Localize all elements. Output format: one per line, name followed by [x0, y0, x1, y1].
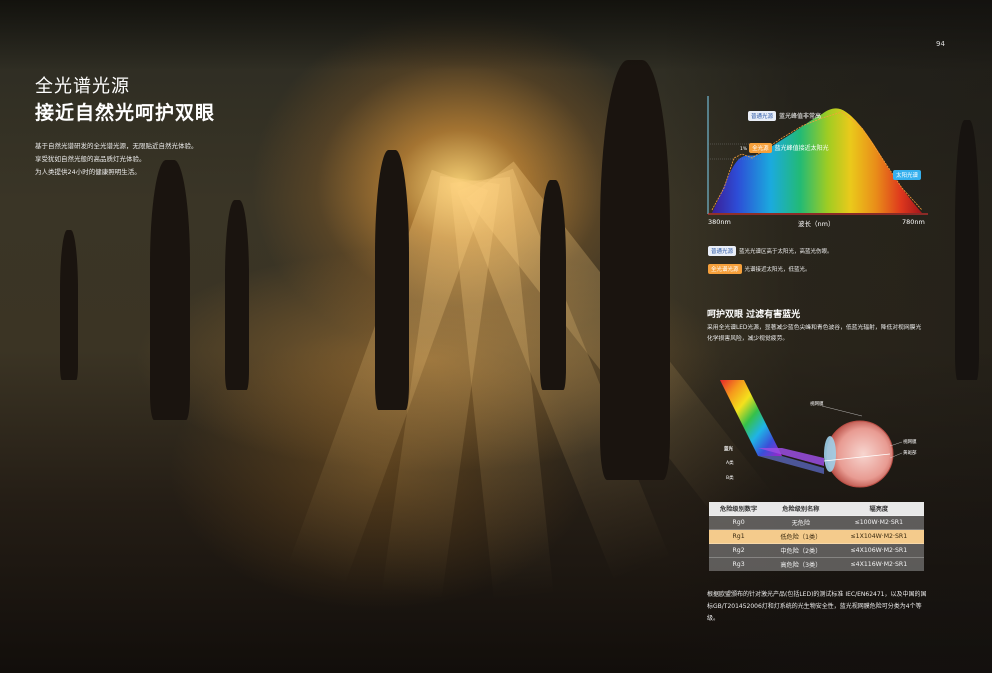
- x-end-label: 780nm: [902, 218, 925, 226]
- footnote-text: 根据欧盟颁布的针对激光产品(包括LED)的测试标准 IEC/EN62471，以及…: [707, 591, 927, 622]
- cell-level: Rg2: [709, 543, 769, 558]
- table-header-row: 危险级别数字 危险级别名称 辐亮度: [709, 502, 924, 516]
- tree-trunk: [375, 150, 409, 410]
- retina-label: 视网膜: [903, 440, 917, 445]
- x-start-label: 380nm: [708, 218, 731, 226]
- lens: [824, 436, 836, 472]
- spectrum-graphic: [707, 96, 928, 215]
- eyeball: [826, 420, 894, 488]
- page-subtitle: 接近自然光呵护双眼: [35, 102, 216, 124]
- cell-name: 中危险（2类）: [768, 543, 834, 558]
- intro-text: 基于自然光谱研发的全光谱光源，无限贴近自然光体验。 享受犹如自然光般的高品质灯光…: [35, 140, 198, 179]
- page-number: 94: [936, 40, 945, 48]
- cell-name: 无危险: [768, 515, 834, 530]
- intro-line: 基于自然光谱研发的全光谱光源，无限贴近自然光体验。: [35, 142, 198, 150]
- eye-graphic: [720, 380, 903, 488]
- legend-full-text: 光谱接近太阳光，低蓝光。: [744, 267, 811, 273]
- hazard-table: 危险级别数字 危险级别名称 辐亮度 Rg0 无危险 ≤100W·M2·SR1 R…: [709, 502, 924, 571]
- legend-ordinary: 普通光源 蓝光光谱区高于太阳光，高蓝光伤眼。: [708, 246, 833, 256]
- ordinary-tag: 普通光源: [748, 111, 777, 121]
- eye-diagram: 蓝光 A类 B类 视网膜 视网膜 黄斑部: [712, 376, 932, 491]
- cell-name: 低危险（1类）: [768, 529, 834, 544]
- table-row: Rg2 中危险（2类） ≤4X106W·M2·SR1: [709, 543, 924, 558]
- header-level: 危险级别数字: [709, 502, 769, 516]
- ordinary-source-label: 普通光源 蓝光峰值非常高: [748, 111, 821, 121]
- cell-level: Rg0: [709, 515, 769, 530]
- cell-value: ≤100W·M2·SR1: [833, 515, 924, 530]
- page-title: 全光谱光源: [35, 76, 130, 97]
- table-row-highlighted: Rg1 低危险（1类） ≤1X104W·M2·SR1: [709, 529, 924, 544]
- table-row: Rg0 无危险 ≤100W·M2·SR1: [709, 515, 924, 530]
- tree-trunk: [225, 200, 249, 390]
- cell-value: ≤4X116W·M2·SR1: [833, 557, 924, 571]
- full-source-label: 1% 全光源 蓝光峰值接近太阳光: [740, 143, 829, 153]
- prism-beam: [720, 380, 782, 456]
- cell-name: 高危险（3类）: [768, 557, 834, 571]
- legend-ordinary-text: 蓝光光谱区高于太阳光，高蓝光伤眼。: [739, 249, 833, 255]
- full-tag: 全光源: [749, 143, 772, 153]
- spectrum-chart: 普通光源 蓝光峰值非常高 1% 全光源 蓝光峰值接近太阳光 太阳光谱 380nm 波长…: [702, 88, 932, 228]
- section-text: 采用全光谱LED光源，显著减少蓝色尖峰和青色波谷，低蓝光辐射，降低对视网膜光化学…: [707, 325, 922, 342]
- full-desc: 蓝光峰值接近太阳光: [774, 145, 829, 152]
- tree-trunk: [600, 60, 670, 480]
- cell-level: Rg3: [709, 557, 769, 571]
- small-mark: 1%: [740, 147, 748, 152]
- tree-trunk: [60, 230, 78, 380]
- intro-line: 为人类提供24小时的健康照明生活。: [35, 168, 141, 176]
- callout-line: [821, 405, 863, 417]
- ordinary-desc: 蓝光峰值非常高: [779, 113, 822, 120]
- header-name: 危险级别名称: [768, 502, 834, 516]
- class-a-label: A类: [726, 461, 734, 466]
- blue-light-label: 蓝光: [724, 447, 733, 452]
- legend-full: 全光谱光源 光谱接近太阳光，低蓝光。: [708, 264, 811, 274]
- header-value: 辐亮度: [833, 502, 924, 516]
- cell-value: ≤1X104W·M2·SR1: [833, 529, 924, 544]
- intro-line: 享受犹如自然光般的高品质灯光体验。: [35, 155, 146, 163]
- retina-top-label: 视网膜: [810, 402, 824, 407]
- tree-trunk: [540, 180, 566, 390]
- table-row: Rg3 高危险（3类） ≤4X116W·M2·SR1: [709, 557, 924, 571]
- sun-tag: 太阳光谱: [893, 170, 922, 180]
- legend-full-tag: 全光谱光源: [708, 264, 742, 274]
- legend-ordinary-tag: 普通光源: [708, 246, 737, 256]
- class-b-label: B类: [726, 476, 734, 481]
- sun-spectrum-label: 太阳光谱: [893, 170, 924, 180]
- spectrum-area: [712, 108, 922, 213]
- x-axis-title: 波长（nm）: [798, 220, 835, 228]
- cell-level: Rg1: [709, 529, 769, 544]
- section-title: 呵护双眼 过滤有害蓝光: [707, 310, 801, 320]
- cell-value: ≤4X106W·M2·SR1: [833, 543, 924, 558]
- tree-trunk: [150, 160, 190, 420]
- macula-label: 黄斑部: [903, 451, 917, 456]
